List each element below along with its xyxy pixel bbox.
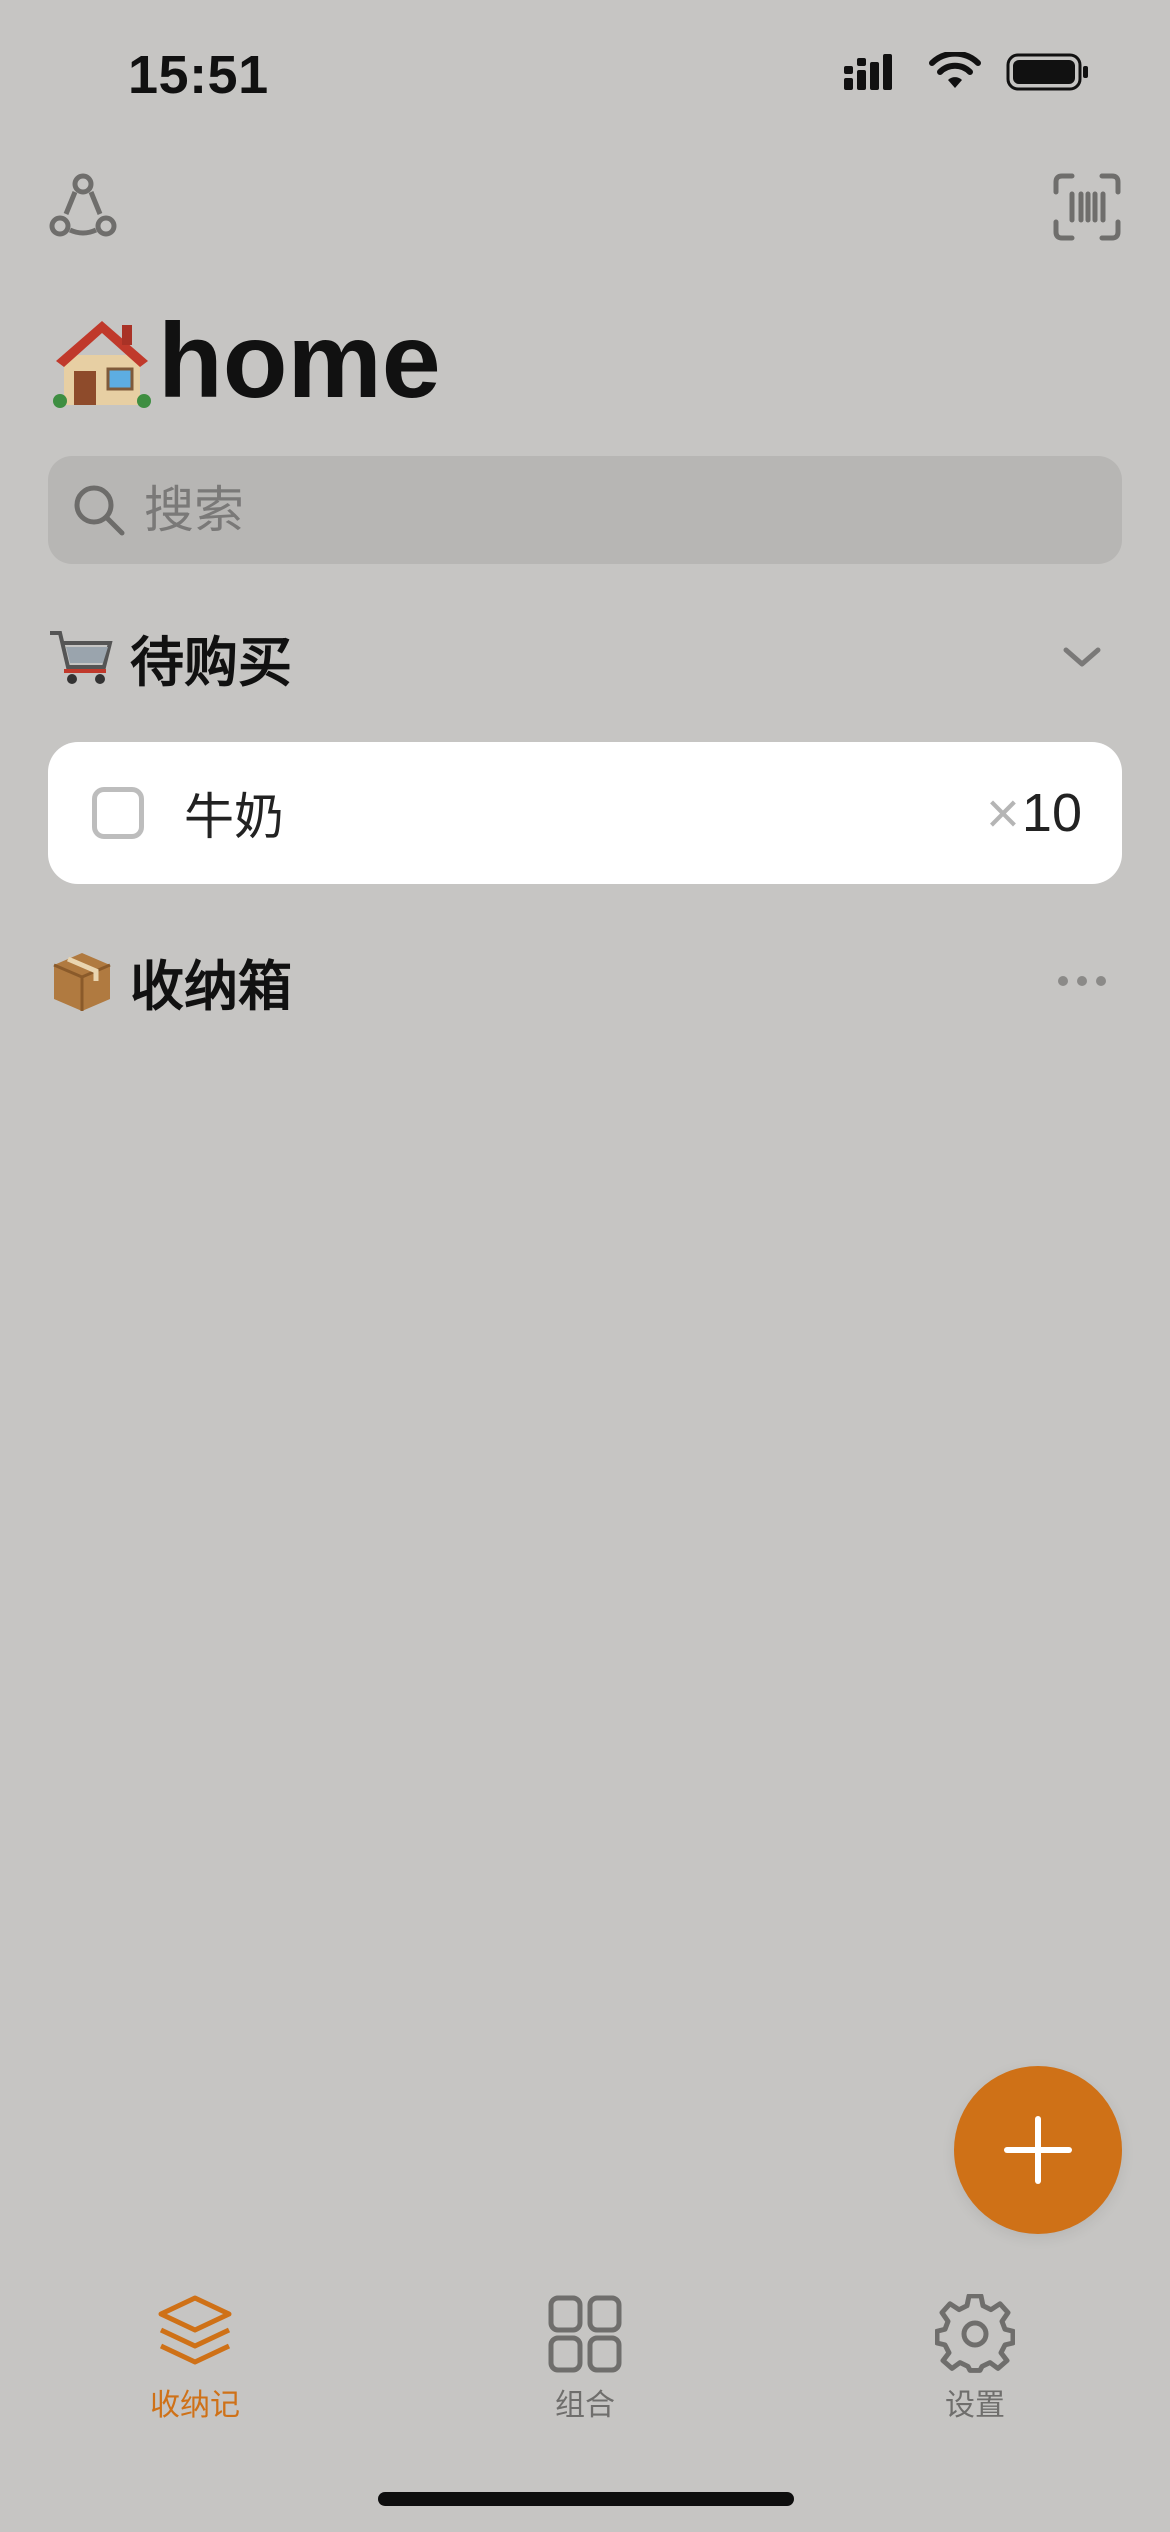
- tab-settings[interactable]: 设置: [855, 2294, 1095, 2434]
- plus-icon: [1004, 2116, 1072, 2184]
- more-icon: [1058, 976, 1106, 986]
- item-name: 牛奶: [184, 789, 284, 845]
- chevron-down-icon: [1063, 647, 1101, 667]
- times-icon: ×: [986, 780, 1020, 846]
- list-item[interactable]: 牛奶 × 10: [48, 742, 1122, 884]
- shopping-cart-icon: [50, 631, 113, 684]
- search-bar[interactable]: [48, 456, 1122, 564]
- status-time: 15:51: [128, 45, 269, 105]
- more-options-button[interactable]: [1042, 941, 1122, 1021]
- section-storage-header[interactable]: 收纳箱: [48, 941, 1122, 1021]
- item-quantity-value: 10: [1021, 783, 1082, 843]
- battery-icon: [1006, 53, 1088, 91]
- package-icon: [53, 953, 111, 1011]
- collapse-button[interactable]: [1042, 617, 1122, 697]
- gear-icon: [935, 2294, 1015, 2373]
- section-to-buy-header[interactable]: 待购买: [48, 617, 1122, 697]
- share-icon[interactable]: [48, 172, 118, 242]
- add-button[interactable]: [954, 2066, 1122, 2234]
- barcode-scan-icon[interactable]: [1052, 172, 1122, 242]
- page-title: home: [52, 308, 441, 414]
- section-to-buy-label: 待购买: [130, 632, 292, 693]
- house-icon: [53, 321, 151, 408]
- item-quantity: × 10: [986, 780, 1082, 847]
- status-icons: [844, 52, 1090, 92]
- wifi-icon: [929, 52, 981, 88]
- tab-storage-notes[interactable]: 收纳记: [75, 2294, 315, 2434]
- grid-icon: [548, 2295, 622, 2373]
- section-storage-label: 收纳箱: [130, 956, 292, 1017]
- layers-icon: [158, 2295, 232, 2365]
- tab-combination-label: 组合: [555, 2389, 615, 2422]
- page-title-text: home: [158, 302, 441, 420]
- tab-settings-label: 设置: [945, 2389, 1005, 2422]
- tab-combination[interactable]: 组合: [465, 2294, 705, 2434]
- search-input[interactable]: [142, 480, 1046, 540]
- home-indicator: [378, 2492, 794, 2506]
- item-checkbox[interactable]: [92, 787, 144, 839]
- search-icon: [74, 485, 125, 536]
- tab-storage-notes-label: 收纳记: [150, 2389, 240, 2422]
- cellular-signal-icon: [844, 54, 892, 90]
